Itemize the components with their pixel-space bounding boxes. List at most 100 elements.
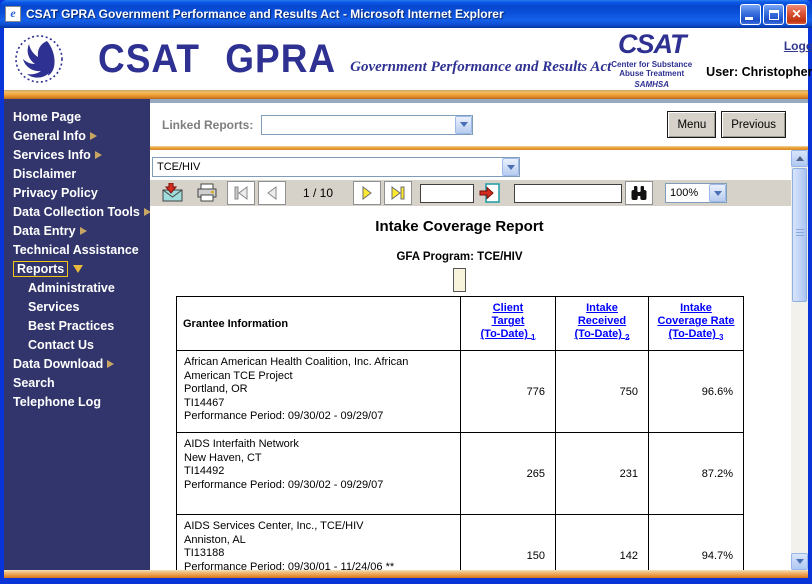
sidebar-item-services-info[interactable]: Services Info (4, 146, 150, 165)
grantee-info-cell: AIDS Services Center, Inc., TCE/HIV Anni… (177, 515, 461, 571)
vertical-scrollbar[interactable] (791, 150, 808, 570)
chevron-down-icon (714, 191, 722, 196)
minimize-button[interactable] (740, 4, 761, 25)
grantee-info-cell: African American Health Coalition, Inc. … (177, 351, 461, 433)
coverage-rate-cell: 96.6% (649, 351, 744, 433)
column-header-grantee: Grantee Information (177, 297, 461, 351)
maximize-button[interactable] (763, 4, 784, 25)
window-title: CSAT GPRA Government Performance and Res… (26, 7, 740, 21)
scroll-up-button[interactable] (791, 150, 808, 167)
search-text-input[interactable] (514, 184, 622, 203)
sidebar-item-administrative[interactable]: Administrative (4, 279, 150, 298)
sidebar-item-services[interactable]: Services (4, 298, 150, 317)
coverage-rate-cell: 87.2% (649, 433, 744, 515)
submenu-arrow-icon (95, 151, 102, 159)
sort-link-client-target[interactable]: Client Target (To-Date) 1 (461, 302, 555, 344)
logged-in-user: User: Christopher Shumway (706, 65, 812, 79)
submenu-arrow-icon (107, 360, 114, 368)
content-area: Linked Reports: Menu Previous (150, 99, 808, 570)
report-program-label: GFA Program: TCE/HIV (176, 251, 743, 263)
client-target-cell: 150 (461, 515, 556, 571)
csat-logo: CSAT Center for Substance Abuse Treatmen… (611, 29, 692, 89)
dropdown-arrow-button[interactable] (709, 184, 726, 202)
internet-explorer-icon: e (5, 6, 21, 22)
chevron-up-icon (796, 156, 804, 161)
previous-page-button[interactable] (258, 181, 286, 205)
app-brand: CSAT GPRA Government Performance and Res… (98, 38, 611, 80)
last-page-button[interactable] (384, 181, 412, 205)
sidebar-item-telephone-log[interactable]: Telephone Log (4, 393, 150, 412)
report-title: Intake Coverage Report (176, 218, 743, 235)
sidebar-item-contact-us[interactable]: Contact Us (4, 336, 150, 355)
linked-reports-select[interactable] (261, 115, 473, 135)
sidebar-item-home-page[interactable]: Home Page (4, 108, 150, 127)
print-icon[interactable] (195, 183, 219, 203)
logout-link[interactable]: Logout (706, 39, 812, 53)
grantee-info-cell: AIDS Interfaith Network New Haven, CT TI… (177, 433, 461, 515)
footnote-marker: 2 (625, 334, 629, 343)
coverage-rate-cell: 94.7% (649, 515, 744, 571)
export-icon[interactable] (161, 183, 185, 203)
intake-received-cell: 750 (556, 351, 649, 433)
minimize-icon (745, 17, 753, 20)
report-select[interactable]: TCE/HIV (152, 157, 520, 177)
sidebar-item-data-download[interactable]: Data Download (4, 355, 150, 374)
submenu-arrow-icon (80, 227, 87, 235)
sidebar-item-reports[interactable]: Reports (4, 260, 150, 279)
table-row: African American Health Coalition, Inc. … (177, 351, 744, 433)
dropdown-arrow-button[interactable] (502, 158, 519, 176)
linked-reports-label: Linked Reports: (162, 118, 253, 132)
report-table: Grantee Information Client Target (To-Da… (176, 296, 744, 570)
menu-button[interactable]: Menu (667, 111, 716, 138)
navigation-sidebar: Home Page General Info Services Info Dis… (4, 99, 150, 570)
close-button[interactable]: ✕ (786, 4, 807, 25)
sidebar-item-data-collection-tools[interactable]: Data Collection Tools (4, 203, 150, 222)
report-body: Intake Coverage Report GFA Program: TCE/… (150, 218, 791, 570)
gold-divider-bottom (4, 570, 808, 578)
dropdown-arrow-button[interactable] (455, 116, 472, 134)
next-page-button[interactable] (353, 181, 381, 205)
sidebar-item-best-practices[interactable]: Best Practices (4, 317, 150, 336)
column-header-coverage-rate: Intake Coverage Rate (To-Date) 3 (649, 297, 744, 351)
window-frame: CSAT GPRA Government Performance and Res… (0, 28, 812, 578)
chevron-down-icon (796, 559, 804, 564)
sidebar-item-search[interactable]: Search (4, 374, 150, 393)
previous-button[interactable]: Previous (721, 111, 786, 138)
table-row: AIDS Services Center, Inc., TCE/HIV Anni… (177, 515, 744, 571)
session-info: Logout User: Christopher Shumway (706, 39, 812, 79)
chevron-down-icon (460, 122, 468, 127)
intake-received-cell: 142 (556, 515, 649, 571)
sort-link-intake-received[interactable]: Intake Received (To-Date) 2 (556, 302, 648, 344)
sidebar-item-privacy-policy[interactable]: Privacy Policy (4, 184, 150, 203)
scroll-down-button[interactable] (791, 553, 808, 570)
placeholder-image (453, 268, 466, 292)
close-icon: ✕ (787, 5, 806, 24)
scrollbar-thumb[interactable] (792, 168, 807, 302)
client-target-cell: 776 (461, 351, 556, 433)
column-header-client-target: Client Target (To-Date) 1 (461, 297, 556, 351)
column-header-intake-received: Intake Received (To-Date) 2 (556, 297, 649, 351)
zoom-select[interactable]: 100% (665, 183, 727, 203)
binoculars-icon (630, 185, 648, 201)
chevron-down-icon (507, 165, 515, 170)
thumb-grip-icon (796, 229, 804, 237)
submenu-expanded-arrow-icon (73, 265, 83, 273)
viewer-toolbar: 1 / 10 (150, 180, 791, 206)
browser-window: e CSAT GPRA Government Performance and R… (0, 0, 812, 584)
sidebar-item-disclaimer[interactable]: Disclaimer (4, 165, 150, 184)
footnote-marker: 3 (719, 334, 723, 343)
first-page-button[interactable] (227, 181, 255, 205)
sidebar-item-general-info[interactable]: General Info (4, 127, 150, 146)
title-bar: e CSAT GPRA Government Performance and R… (0, 0, 812, 28)
intake-received-cell: 231 (556, 433, 649, 515)
goto-page-input[interactable] (420, 184, 474, 203)
report-viewer: TCE/HIV (150, 150, 808, 570)
goto-page-icon[interactable] (479, 183, 501, 203)
app-title: CSAT GPRA (98, 36, 336, 81)
gold-divider-top (4, 90, 808, 99)
sidebar-item-technical-assistance[interactable]: Technical Assistance (4, 241, 150, 260)
page-indicator: 1 / 10 (286, 186, 350, 200)
sort-link-coverage-rate[interactable]: Intake Coverage Rate (To-Date) 3 (649, 302, 743, 344)
sidebar-item-data-entry[interactable]: Data Entry (4, 222, 150, 241)
find-button[interactable] (625, 181, 653, 205)
